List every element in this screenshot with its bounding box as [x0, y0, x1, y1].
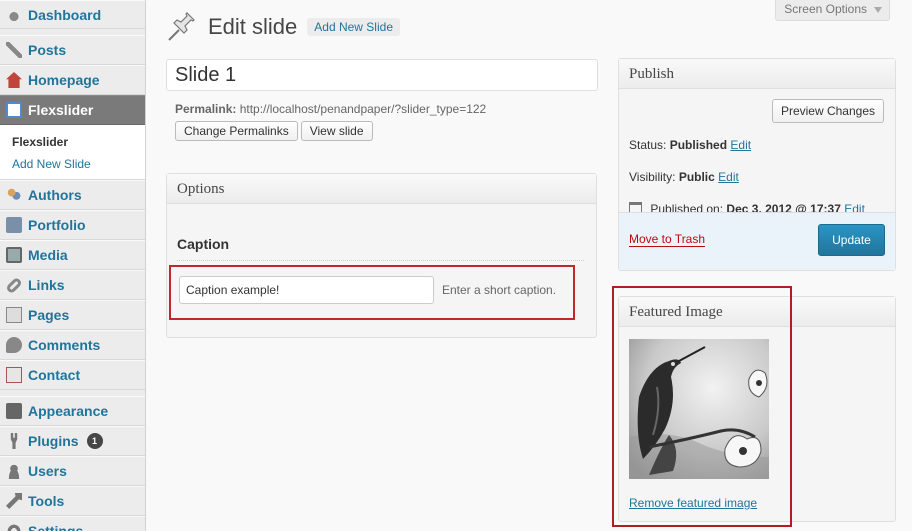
options-metabox-title[interactable]: Options — [167, 174, 596, 204]
pushpin-icon — [6, 42, 22, 58]
users-icon — [6, 463, 22, 479]
sidebar-item-label: Tools — [28, 493, 65, 509]
permalink-url: http://localhost/penandpaper/?slider_typ… — [239, 102, 487, 116]
comments-icon — [6, 337, 22, 353]
add-new-slide-button[interactable]: Add New Slide — [307, 18, 400, 36]
sidebar-item-label: Dashboard — [28, 6, 102, 23]
authors-icon — [6, 187, 22, 203]
dashboard-icon — [6, 6, 22, 23]
submenu-item-flexslider[interactable]: Flexslider — [12, 131, 145, 153]
home-icon — [6, 72, 22, 88]
publish-metabox-title[interactable]: Publish — [619, 59, 895, 89]
sidebar-item-tools[interactable]: Tools — [0, 486, 145, 516]
sidebar-item-label: Users — [28, 463, 67, 479]
portfolio-icon — [6, 217, 22, 233]
sidebar-item-label: Posts — [28, 42, 67, 58]
status-label: Status: — [629, 138, 667, 152]
sidebar-item-label: Comments — [28, 337, 101, 353]
sidebar-item-authors[interactable]: Authors — [0, 180, 145, 210]
admin-sidebar: Dashboard Posts Homepage Flexslider Flex… — [0, 0, 146, 531]
caption-input[interactable]: Caption example! — [179, 276, 434, 304]
publish-actions: Move to Trash Update — [619, 212, 895, 270]
plugins-icon — [10, 433, 18, 449]
sidebar-item-links[interactable]: Links — [0, 270, 145, 300]
sidebar-item-users[interactable]: Users — [0, 456, 145, 486]
caption-hint: Enter a short caption. — [442, 283, 557, 297]
sidebar-item-label: Plugins — [28, 433, 79, 449]
links-icon — [5, 276, 23, 294]
settings-icon — [6, 523, 22, 531]
media-icon — [6, 247, 22, 263]
options-metabox: Options Caption Caption example! Enter a… — [166, 173, 597, 338]
triangle-down-icon — [874, 7, 882, 13]
sidebar-item-label: Flexslider — [28, 102, 94, 118]
permalink-buttons: Change Permalinks View slide — [175, 121, 373, 141]
sidebar-item-label: Homepage — [28, 72, 100, 88]
publish-metabox: Publish Preview Changes Status: Publishe… — [618, 58, 896, 271]
sidebar-item-label: Media — [28, 247, 68, 263]
preview-changes-button[interactable]: Preview Changes — [771, 99, 884, 123]
sidebar-item-label: Pages — [28, 307, 70, 323]
visibility-row: Visibility: Public Edit — [629, 170, 739, 184]
slide-title-input[interactable]: Slide 1 — [166, 59, 598, 91]
sidebar-item-pages[interactable]: Pages — [0, 300, 145, 330]
screen-options-button[interactable]: Screen Options — [775, 0, 890, 21]
sidebar-item-comments[interactable]: Comments — [0, 330, 145, 360]
main-content: Screen Options Edit slide Add New Slide … — [146, 0, 912, 531]
pushpin-icon — [166, 11, 196, 43]
plugins-update-badge: 1 — [86, 433, 103, 449]
sidebar-item-posts[interactable]: Posts — [0, 35, 145, 65]
caption-label: Caption — [177, 236, 230, 252]
divider — [177, 260, 584, 261]
flexslider-submenu: Flexslider Add New Slide — [0, 125, 145, 180]
sidebar-item-appearance[interactable]: Appearance — [0, 396, 145, 426]
screen-options-label: Screen Options — [784, 2, 867, 16]
sidebar-item-label: Authors — [28, 187, 82, 203]
move-to-trash-link[interactable]: Move to Trash — [629, 232, 706, 247]
featured-image-highlight-box — [612, 286, 792, 527]
appearance-icon — [6, 403, 22, 419]
edit-status-link[interactable]: Edit — [730, 138, 751, 152]
page-title: Edit slide — [208, 14, 298, 39]
permalink-label: Permalink: — [175, 102, 237, 116]
contact-icon — [6, 367, 22, 383]
sidebar-item-contact[interactable]: Contact — [0, 360, 145, 390]
change-permalinks-button[interactable]: Change Permalinks — [175, 121, 298, 141]
sidebar-item-settings[interactable]: Settings — [0, 516, 145, 531]
view-slide-button[interactable]: View slide — [300, 121, 373, 141]
submenu-item-add-new-slide[interactable]: Add New Slide — [12, 153, 145, 175]
edit-visibility-link[interactable]: Edit — [718, 170, 739, 184]
sidebar-item-label: Portfolio — [28, 217, 86, 233]
sidebar-item-label: Settings — [28, 523, 84, 531]
permalink-row: Permalink: http://localhost/penandpaper/… — [175, 102, 486, 116]
sidebar-item-label: Links — [28, 277, 65, 293]
visibility-value: Public — [678, 170, 715, 184]
visibility-label: Visibility: — [629, 170, 676, 184]
update-button[interactable]: Update — [818, 224, 885, 256]
page-header: Edit slide Add New Slide — [166, 10, 400, 44]
sidebar-item-homepage[interactable]: Homepage — [0, 65, 145, 95]
flexslider-icon — [6, 102, 22, 118]
sidebar-item-flexslider[interactable]: Flexslider — [0, 95, 145, 125]
status-row: Status: Published Edit — [629, 138, 751, 152]
sidebar-item-label: Appearance — [28, 403, 109, 419]
sidebar-item-label: Contact — [28, 367, 81, 383]
sidebar-item-media[interactable]: Media — [0, 240, 145, 270]
sidebar-item-dashboard[interactable]: Dashboard — [0, 0, 145, 29]
sidebar-item-plugins[interactable]: Plugins 1 — [0, 426, 145, 456]
status-value: Published — [669, 138, 728, 152]
sidebar-item-portfolio[interactable]: Portfolio — [0, 210, 145, 240]
tools-icon — [6, 493, 22, 509]
pages-icon — [6, 307, 22, 323]
